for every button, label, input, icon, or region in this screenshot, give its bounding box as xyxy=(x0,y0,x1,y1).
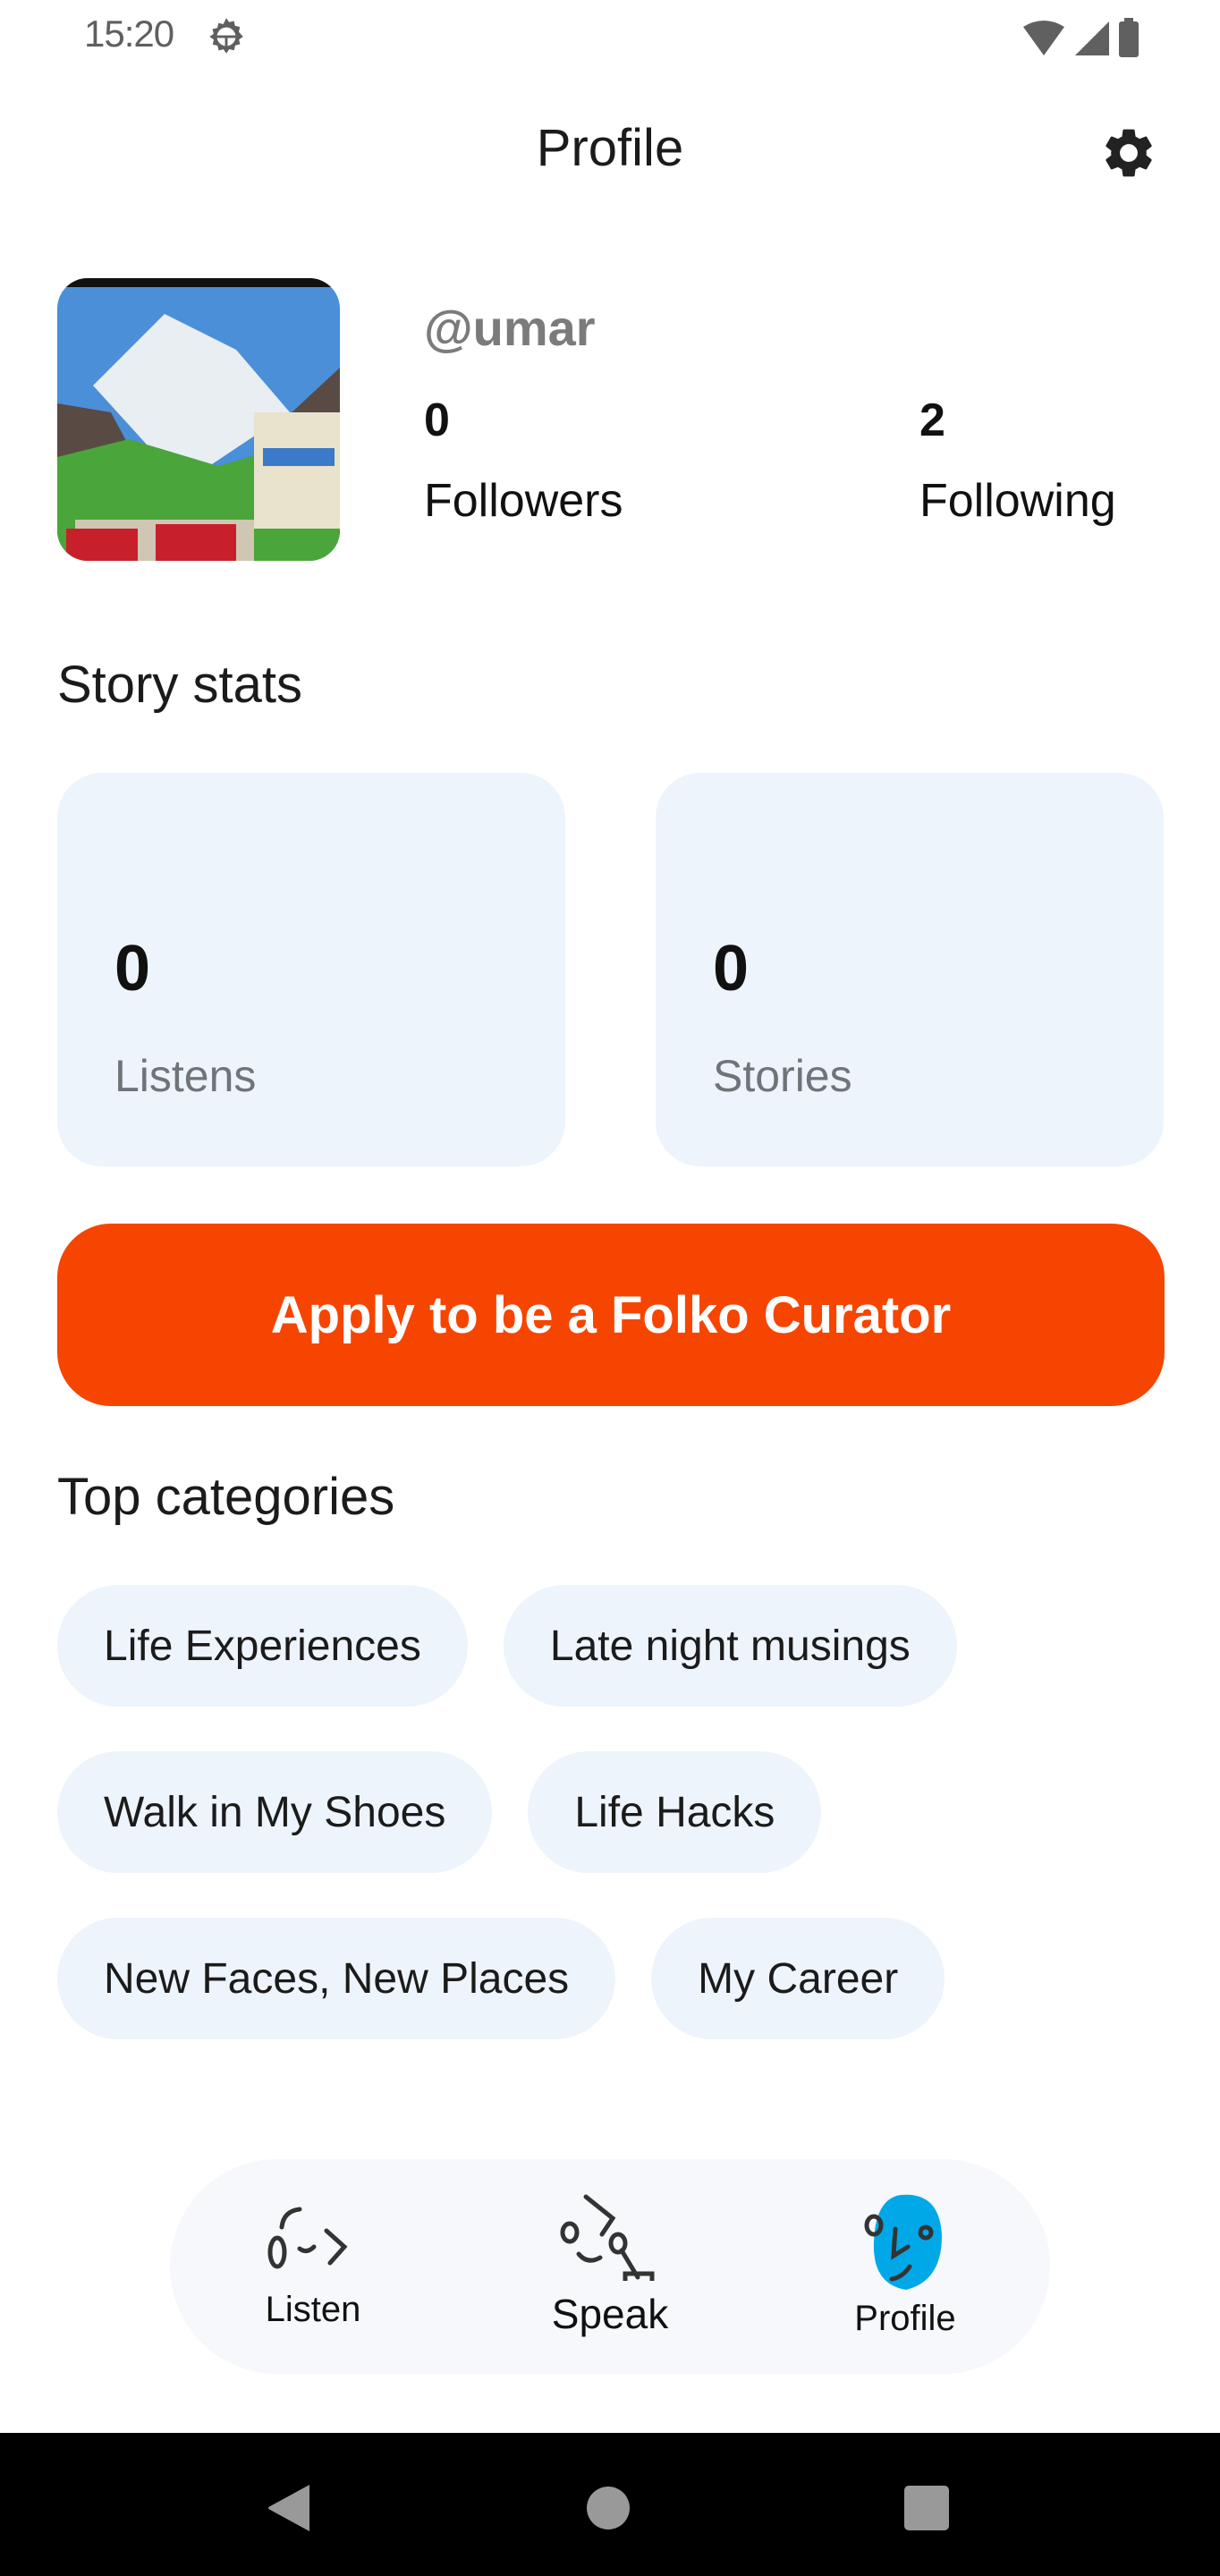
category-chip[interactable]: Life Experiences xyxy=(57,1585,468,1707)
category-chip[interactable]: Late night musings xyxy=(503,1585,957,1707)
category-chip[interactable]: My Career xyxy=(651,1918,945,2039)
apply-curator-button[interactable]: Apply to be a Folko Curator xyxy=(57,1224,1165,1406)
listens-label: Listens xyxy=(114,1051,257,1101)
followers-stat[interactable]: 0 Followers xyxy=(424,394,623,528)
gear-icon xyxy=(1106,129,1152,177)
nav-label-speak: Speak xyxy=(551,2291,669,2337)
page-title: Profile xyxy=(536,119,684,177)
following-count: 2 xyxy=(919,394,945,446)
category-chip[interactable]: New Faces, New Places xyxy=(57,1918,616,2039)
status-time: 15:20 xyxy=(84,13,174,55)
listens-card: 0 Listens xyxy=(57,773,565,1166)
back-icon[interactable] xyxy=(267,2483,313,2533)
recents-icon[interactable] xyxy=(903,2485,950,2531)
nav-label-profile: Profile xyxy=(854,2299,956,2338)
cellular-signal-icon xyxy=(1075,21,1109,55)
system-nav-bar xyxy=(0,2433,1220,2576)
following-stat[interactable]: 2 Following xyxy=(919,394,1116,528)
category-chip[interactable]: Life Hacks xyxy=(528,1751,822,1873)
speak-face-icon xyxy=(560,2194,655,2281)
nav-label-listen: Listen xyxy=(265,2290,361,2329)
stories-label: Stories xyxy=(713,1051,852,1101)
listen-face-icon xyxy=(267,2207,348,2269)
category-chip[interactable]: Walk in My Shoes xyxy=(57,1751,493,1873)
followers-label: Followers xyxy=(424,475,623,527)
followers-count: 0 xyxy=(424,394,450,446)
settings-gear-icon xyxy=(209,18,243,54)
stories-value: 0 xyxy=(713,933,750,1004)
wifi-icon xyxy=(1023,21,1064,55)
top-categories-title: Top categories xyxy=(57,1468,395,1526)
settings-button[interactable] xyxy=(1093,122,1165,184)
nav-item-speak[interactable]: Speak xyxy=(494,2159,726,2374)
battery-icon xyxy=(1119,18,1139,57)
nav-item-profile[interactable]: Profile xyxy=(789,2159,1021,2374)
status-icons xyxy=(1021,16,1140,57)
stories-card: 0 Stories xyxy=(656,773,1164,1166)
category-chips: Life Experiences Late night musings Walk… xyxy=(57,1585,1166,2039)
nav-item-listen[interactable]: Listen xyxy=(197,2159,429,2374)
bottom-nav: Listen Speak Profile xyxy=(170,2159,1050,2374)
username: @umar xyxy=(424,300,596,356)
following-label: Following xyxy=(919,475,1116,527)
story-stats-title: Story stats xyxy=(57,656,302,714)
home-icon[interactable] xyxy=(587,2485,630,2531)
avatar-image xyxy=(57,278,340,561)
profile-face-icon xyxy=(864,2194,942,2290)
listens-value: 0 xyxy=(114,933,151,1004)
avatar[interactable] xyxy=(57,278,340,561)
